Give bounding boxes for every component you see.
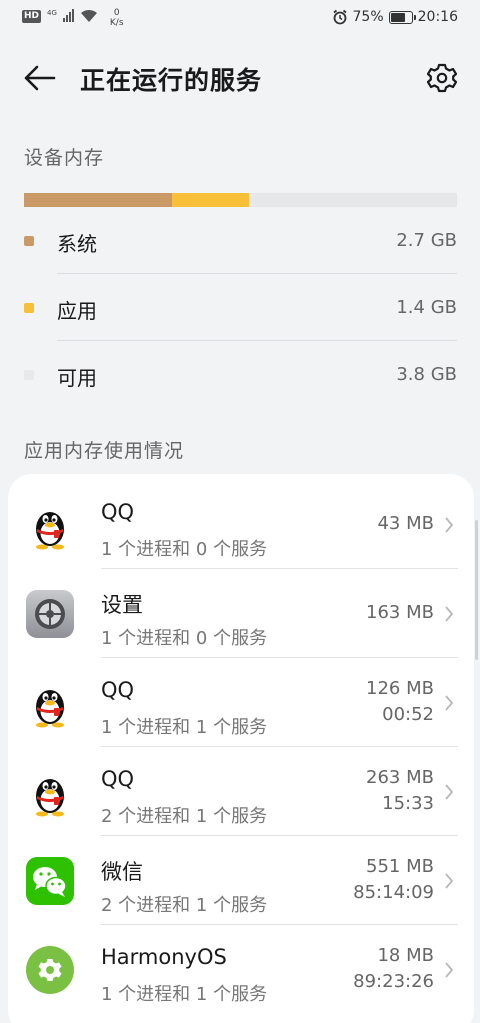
app-name: 微信: [101, 860, 143, 884]
hd-badge: HD: [22, 10, 42, 23]
settings-button[interactable]: [426, 62, 458, 94]
app-usage: 43 MB: [377, 511, 434, 537]
app-process-info: 1 个进程和 0 个服务: [101, 628, 268, 649]
app-runtime: 15:33: [382, 793, 434, 814]
qq-icon: [36, 690, 64, 728]
alarm-icon: [332, 9, 347, 25]
divider: [57, 273, 457, 274]
app-runtime: 00:52: [382, 704, 434, 725]
app-runtime: 89:23:26: [353, 971, 434, 992]
app-process-info: 2 个进程和 1 个服务: [101, 806, 268, 827]
memory-usage-bar: [24, 193, 457, 207]
legend-label: 系统: [57, 232, 97, 256]
app-memory: 163 MB: [366, 602, 434, 623]
app-row-qq[interactable]: QQ 1 个进程和 1 个服务 126 MB 00:52: [8, 658, 474, 747]
apps-color-dot: [24, 303, 34, 313]
chevron-right-icon: [445, 695, 454, 711]
qq-icon: [36, 779, 64, 817]
divider: [57, 340, 457, 341]
gear-icon: [426, 63, 458, 93]
battery-percent: 75%: [352, 9, 384, 25]
scrollbar[interactable]: [475, 520, 478, 660]
app-list-card: QQ 1 个进程和 0 个服务 43 MB 设置 1 个进程和 0 个服务 16…: [8, 474, 474, 1023]
status-bar: HD 4G 0 K/s 75% 20:16: [0, 0, 480, 36]
app-name: HarmonyOS: [101, 945, 227, 969]
qq-icon: [36, 512, 64, 550]
network-speed: 0 K/s: [110, 8, 124, 28]
legend-row-system: 系统 2.7 GB: [24, 208, 457, 274]
app-row-qq[interactable]: QQ 1 个进程和 0 个服务 43 MB: [8, 480, 474, 569]
battery-level-fill: [390, 12, 406, 22]
network-type: 4G: [47, 9, 57, 17]
app-usage: 551 MB 85:14:09: [353, 854, 434, 906]
app-process-info: 2 个进程和 1 个服务: [101, 895, 268, 916]
chevron-right-icon: [445, 517, 454, 533]
system-segment: [24, 193, 172, 207]
app-usage: 126 MB 00:52: [366, 676, 434, 728]
app-row-settings[interactable]: 设置 1 个进程和 0 个服务 163 MB: [8, 569, 474, 658]
wechat-icon: [26, 857, 74, 905]
battery-icon: [388, 10, 416, 24]
available-color-dot: [24, 370, 34, 380]
legend-row-available: 可用 3.8 GB: [24, 342, 457, 408]
app-name: QQ: [101, 500, 135, 524]
app-usage: 263 MB 15:33: [366, 765, 434, 817]
status-right: 75% 20:16: [332, 9, 458, 25]
app-name: 设置: [101, 593, 143, 617]
app-memory: 18 MB: [377, 945, 434, 966]
app-row-qq[interactable]: QQ 2 个进程和 1 个服务 263 MB 15:33: [8, 747, 474, 836]
network-speed-unit: K/s: [109, 18, 124, 28]
wifi-icon: [80, 9, 97, 22]
app-process-info: 1 个进程和 0 个服务: [101, 539, 268, 560]
app-bar: 正在运行的服务: [0, 52, 480, 104]
app-memory: 263 MB: [366, 767, 434, 788]
app-row-harmonyos[interactable]: HarmonyOS 1 个进程和 1 个服务 18 MB 89:23:26: [8, 925, 474, 1014]
apps-segment: [171, 193, 249, 207]
device-memory-title: 设备内存: [24, 147, 105, 169]
app-memory-usage-title: 应用内存使用情况: [24, 440, 185, 462]
status-left: HD 4G 0 K/s: [22, 8, 124, 28]
clock: 20:16: [417, 9, 458, 25]
app-memory: 551 MB: [366, 856, 434, 877]
chevron-right-icon: [445, 784, 454, 800]
app-name: QQ: [101, 678, 135, 702]
app-usage: 18 MB 89:23:26: [353, 943, 434, 995]
legend-row-apps: 应用 1.4 GB: [24, 275, 457, 341]
harmonyos-icon: [26, 946, 74, 994]
page-title: 正在运行的服务: [80, 66, 263, 95]
app-runtime: 85:14:09: [353, 882, 434, 903]
back-arrow-icon: [24, 65, 56, 91]
legend-label: 应用: [57, 299, 97, 323]
available-segment: [248, 193, 457, 207]
legend-value: 2.7 GB: [396, 230, 457, 251]
back-button[interactable]: [20, 60, 60, 96]
app-memory: 126 MB: [366, 678, 434, 699]
system-color-dot: [24, 236, 34, 246]
signal-icon: [62, 8, 74, 22]
chevron-right-icon: [445, 873, 454, 889]
app-name: QQ: [101, 767, 135, 791]
chevron-right-icon: [445, 962, 454, 978]
chevron-right-icon: [445, 606, 454, 622]
app-memory: 43 MB: [377, 513, 434, 534]
network-speed-value: 0: [113, 8, 120, 18]
legend-value: 1.4 GB: [396, 297, 457, 318]
legend-value: 3.8 GB: [396, 364, 457, 385]
settings-app-icon: [26, 590, 74, 638]
app-process-info: 1 个进程和 1 个服务: [101, 984, 268, 1005]
app-process-info: 1 个进程和 1 个服务: [101, 717, 268, 738]
app-usage: 163 MB: [366, 600, 434, 626]
legend-label: 可用: [57, 366, 97, 390]
app-row-wechat[interactable]: 微信 2 个进程和 1 个服务 551 MB 85:14:09: [8, 836, 474, 925]
